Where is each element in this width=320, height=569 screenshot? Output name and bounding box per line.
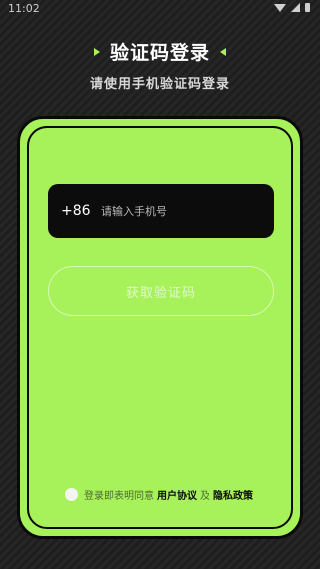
page-subtitle: 请使用手机验证码登录: [89, 77, 230, 92]
battery-icon: [305, 3, 310, 12]
status-bar: 11:02: [0, 0, 320, 20]
login-card: [17, 116, 303, 539]
phone-input-box[interactable]: +86: [48, 184, 274, 238]
triangle-right-icon: [93, 47, 100, 56]
signal-icon: [291, 3, 300, 12]
page-heading: 验证码登录 请使用手机验证码登录: [0, 38, 320, 92]
get-code-button[interactable]: 获取验证码: [48, 266, 274, 316]
user-agreement-link[interactable]: 用户协议: [157, 487, 197, 502]
agree-checkbox[interactable]: [65, 488, 78, 501]
triangle-left-icon: [220, 47, 226, 56]
agreement-prefix: 登录即表明同意: [84, 491, 154, 502]
title-row: 验证码登录: [0, 38, 320, 65]
country-code[interactable]: +86: [61, 203, 97, 219]
agreement-and: 及: [200, 491, 210, 502]
privacy-policy-link[interactable]: 隐私政策: [213, 487, 253, 502]
agreement-row: 登录即表明同意 用户协议 及 隐私政策: [65, 487, 253, 502]
page-title: 验证码登录: [109, 42, 210, 64]
phone-number-input[interactable]: [99, 203, 263, 219]
status-time: 11:02: [8, 2, 40, 15]
wifi-icon: [274, 3, 286, 12]
status-icons: [274, 3, 310, 12]
